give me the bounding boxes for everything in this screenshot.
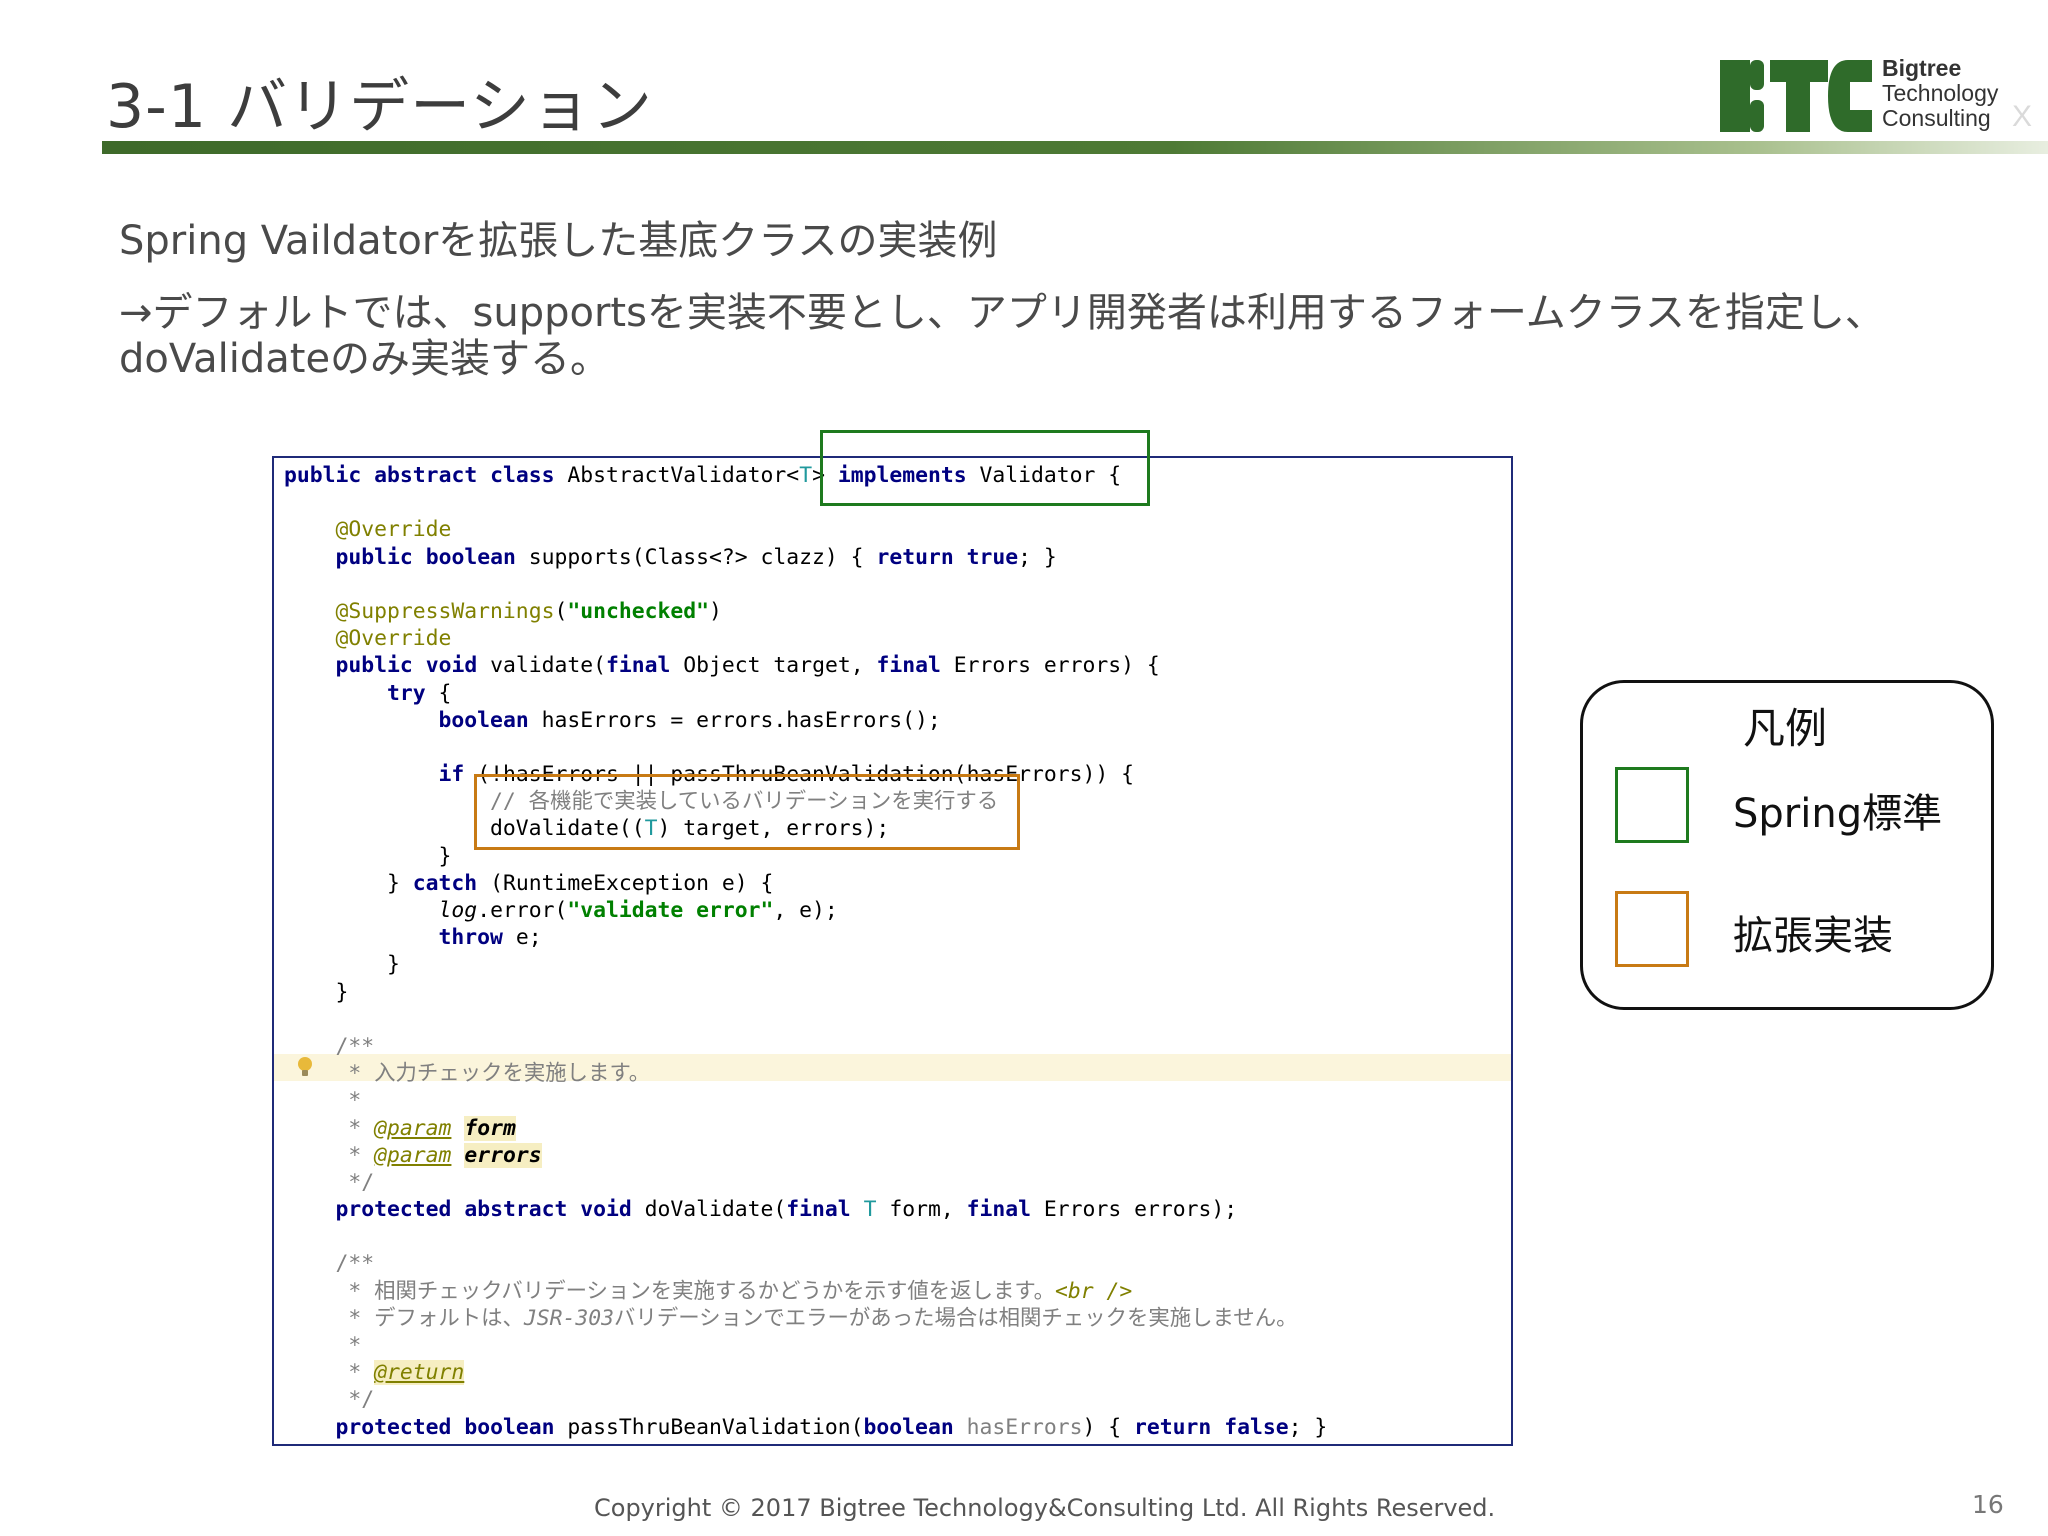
code-screenshot: public abstract class AbstractValidator<…	[272, 456, 1513, 1446]
code-line: throw e;	[438, 925, 542, 951]
legend-swatch-spring	[1615, 767, 1689, 843]
description: →デフォルトでは、supportsを実装不要とし、アプリ開発者は利用するフォーム…	[119, 290, 1885, 382]
code-line: public void validate(final Object target…	[335, 653, 1160, 679]
code-line: */	[284, 1387, 375, 1413]
legend-label-spring: Spring標準	[1733, 791, 1943, 837]
spring-standard-highlight-box	[820, 430, 1150, 506]
logo: Bigtree Technology Consulting X	[1720, 56, 2032, 136]
code-line: public abstract class AbstractValidator<…	[284, 463, 1122, 488]
code-line: boolean hasErrors = errors.hasErrors();	[438, 707, 941, 733]
code-line: */	[284, 1169, 375, 1195]
legend-swatch-extension	[1615, 891, 1689, 967]
code-line: @Override	[335, 517, 452, 543]
code-block: public abstract class AbstractValidator<…	[284, 462, 1327, 1441]
code-line: * @param form	[284, 1115, 516, 1141]
title-underline	[102, 141, 2048, 154]
code-line: @Override	[335, 626, 452, 652]
code-line: /**	[284, 1251, 375, 1277]
code-line: * @return	[284, 1360, 465, 1386]
subtitle: Spring Vaildatorを拡張した基底クラスの実装例	[119, 218, 998, 264]
slide-title: 3-1 バリデーション	[106, 72, 653, 142]
code-line: @SuppressWarnings("unchecked")	[335, 598, 722, 624]
code-line: protected abstract void doValidate(final…	[335, 1197, 1238, 1223]
legend: 凡例 Spring標準 拡張実装	[1580, 680, 1994, 1010]
code-line: *	[284, 1088, 362, 1114]
logo-suffix: X	[2012, 100, 2033, 133]
code-line: * @param errors	[284, 1142, 542, 1168]
code-line: protected boolean passThruBeanValidation…	[335, 1414, 1328, 1440]
description-line: →デフォルトでは、supportsを実装不要とし、アプリ開発者は利用するフォーム…	[119, 290, 1885, 336]
code-line: }	[284, 952, 400, 978]
logo-line: Consulting	[1882, 105, 1991, 131]
page-number: 16	[1972, 1490, 2004, 1519]
code-line: }	[284, 979, 349, 1005]
code-line: * 相関チェックバリデーションを実施するかどうかを示す値を返します。<br />	[284, 1278, 1133, 1304]
legend-label-extension: 拡張実装	[1733, 913, 1893, 959]
btc-logo-mark	[1720, 60, 1872, 132]
code-line: /**	[284, 1033, 375, 1059]
logo-line: Bigtree	[1882, 55, 1962, 81]
code-line: *	[284, 1333, 362, 1358]
description-line: doValidateのみ実装する。	[119, 336, 611, 382]
logo-line: Technology	[1882, 80, 1999, 106]
code-line: log.error("validate error", e);	[438, 898, 838, 923]
extension-highlight-box	[474, 774, 1020, 850]
legend-title: 凡例	[1743, 704, 1828, 753]
copyright: Copyright © 2017 Bigtree Technology&Cons…	[594, 1494, 1496, 1522]
code-line: * 入力チェックを実施します。	[284, 1061, 651, 1087]
logo-wordmark: Bigtree Technology Consulting	[1882, 56, 1998, 131]
code-line: public boolean supports(Class<?> clazz) …	[335, 544, 1057, 570]
code-line: try {	[387, 680, 452, 706]
code-line: } catch (RuntimeException e) {	[284, 870, 774, 896]
code-line: * デフォルトは、JSR-303バリデーションでエラーがあった場合は相関チェック…	[284, 1305, 1298, 1331]
